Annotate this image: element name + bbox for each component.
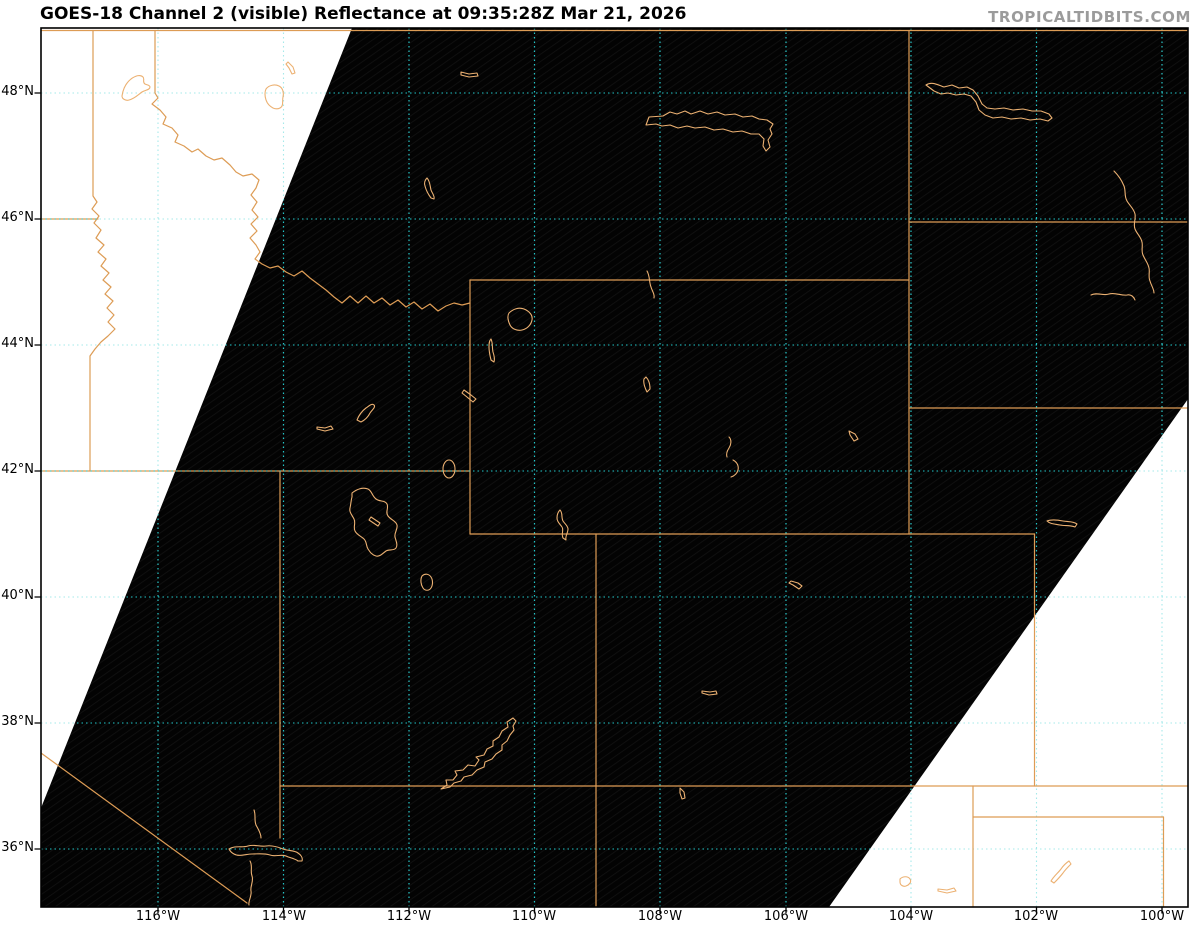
lat-tick-42n: 42°N xyxy=(1,462,34,477)
border-wa-id-snake-river xyxy=(89,29,116,472)
lake-texas-panhandle xyxy=(899,876,912,887)
lon-tick-100w: 100°W xyxy=(1139,909,1185,924)
lake-hungry-horse xyxy=(285,61,296,75)
satellite-image-page: GOES-18 Channel 2 (visible) Reflectance … xyxy=(0,0,1200,929)
lon-tick-110w: 110°W xyxy=(511,909,557,924)
lake-pend-oreille xyxy=(121,74,151,101)
lon-tick-102w: 102°W xyxy=(1013,909,1059,924)
lon-tick-114w: 114°W xyxy=(261,909,307,924)
lat-tick-48n: 48°N xyxy=(1,84,34,99)
lon-tick-104w: 104°W xyxy=(888,909,934,924)
lake-oklahoma-panhandle xyxy=(937,887,957,894)
satellite-map xyxy=(34,27,1189,914)
lon-tick-112w: 112°W xyxy=(386,909,432,924)
lat-tick-marks xyxy=(34,92,41,850)
lon-tick-106w: 106°W xyxy=(763,909,809,924)
lat-tick-40n: 40°N xyxy=(1,588,34,603)
lat-tick-46n: 46°N xyxy=(1,210,34,225)
lake-flathead xyxy=(264,84,284,110)
lat-tick-44n: 44°N xyxy=(1,336,34,351)
lon-tick-116w: 116°W xyxy=(135,909,181,924)
lon-tick-108w: 108°W xyxy=(637,909,683,924)
lat-tick-36n: 36°N xyxy=(1,840,34,855)
lake-meredith xyxy=(1050,860,1072,884)
lat-tick-38n: 38°N xyxy=(1,714,34,729)
